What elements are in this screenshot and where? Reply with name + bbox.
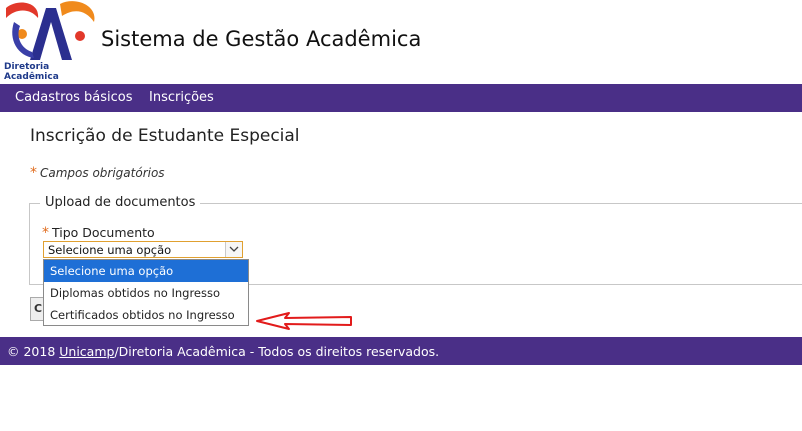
dac-logo: Diretoria Acadêmica [0, 0, 100, 82]
doc-type-select[interactable]: Selecione uma opção [43, 241, 243, 258]
option-select-one[interactable]: Selecione uma opção [44, 260, 248, 282]
select-current-value: Selecione uma opção [48, 243, 172, 257]
app-title: Sistema de Gestão Acadêmica [101, 27, 422, 51]
required-fields-note: * Campos obrigatórios [30, 165, 165, 181]
option-label: Certificados obtidos no Ingresso [50, 308, 235, 322]
option-label: Diplomas obtidos no Ingresso [50, 286, 221, 300]
logo-caption: Diretoria Acadêmica [4, 62, 59, 82]
option-label: Selecione uma opção [50, 264, 174, 278]
option-diplomas[interactable]: Diplomas obtidos no Ingresso [44, 282, 248, 304]
required-note-text: Campos obrigatórios [40, 166, 165, 180]
nav-item-inscricoes[interactable]: Inscrições [149, 90, 214, 105]
required-asterisk: * [42, 225, 49, 241]
doc-type-label-text: Tipo Documento [52, 225, 155, 240]
option-certificados[interactable]: Certificados obtidos no Ingresso [44, 304, 248, 326]
footer-text: © 2018 Unicamp/Diretoria Acadêmica - Tod… [7, 344, 439, 359]
footer-suffix: /Diretoria Acadêmica - Todos os direitos… [114, 344, 440, 359]
partial-button-label: C [34, 302, 43, 315]
footer: © 2018 Unicamp/Diretoria Acadêmica - Tod… [0, 337, 802, 365]
main-nav: Cadastros básicos Inscrições [0, 84, 802, 112]
doc-type-label: * Tipo Documento [42, 225, 155, 241]
chevron-down-icon[interactable] [225, 242, 242, 257]
page-title: Inscrição de Estudante Especial [30, 126, 300, 146]
footer-prefix: © 2018 [7, 344, 60, 359]
nav-item-cadastros-basicos[interactable]: Cadastros básicos [15, 90, 133, 105]
annotation-arrow-icon [256, 312, 352, 330]
unicamp-link[interactable]: Unicamp [59, 344, 114, 359]
required-asterisk: * [30, 165, 37, 181]
doc-type-dropdown-list: Selecione uma opção Diplomas obtidos no … [43, 259, 249, 326]
header: Diretoria Acadêmica Sistema de Gestão Ac… [0, 0, 802, 84]
fieldset-legend: Upload de documentos [40, 195, 201, 210]
